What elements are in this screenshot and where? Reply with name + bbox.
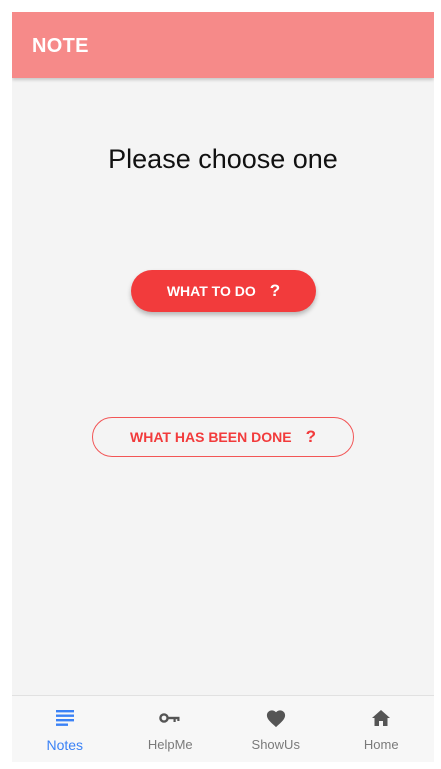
nav-label-notes: Notes [46, 737, 84, 753]
app-title: NOTE [32, 35, 89, 57]
home-icon [370, 708, 392, 728]
nav-item-showus[interactable]: ShowUs [223, 696, 329, 762]
nav-item-helpme[interactable]: HelpMe [118, 696, 224, 762]
key-icon [159, 708, 181, 728]
nav-label-home: Home [363, 737, 399, 752]
question-mark: ? [269, 281, 281, 300]
app-bar: NOTE [12, 12, 434, 78]
nav-label-helpme: HelpMe [147, 737, 193, 752]
app-screen: NOTE Please choose one WHAT TO DO ? WHAT… [12, 12, 434, 762]
what-to-do-label: WHAT TO DO [166, 283, 256, 299]
nav-label-showus: ShowUs [251, 737, 300, 752]
nav-item-home[interactable]: Home [329, 696, 435, 762]
nav-item-notes[interactable]: Notes [12, 696, 118, 762]
what-has-been-done-label: WHAT HAS BEEN DONE [130, 429, 292, 445]
page-heading: Please choose one [108, 144, 338, 174]
heart-icon [265, 708, 287, 728]
question-mark: ? [305, 427, 316, 446]
what-to-do-button[interactable]: WHAT TO DO ? [131, 270, 316, 312]
notes-list-icon [54, 708, 76, 728]
bottom-navigation: Notes HelpMe ShowUs Home [12, 695, 434, 762]
what-has-been-done-button[interactable]: WHAT HAS BEEN DONE ? [92, 417, 354, 457]
